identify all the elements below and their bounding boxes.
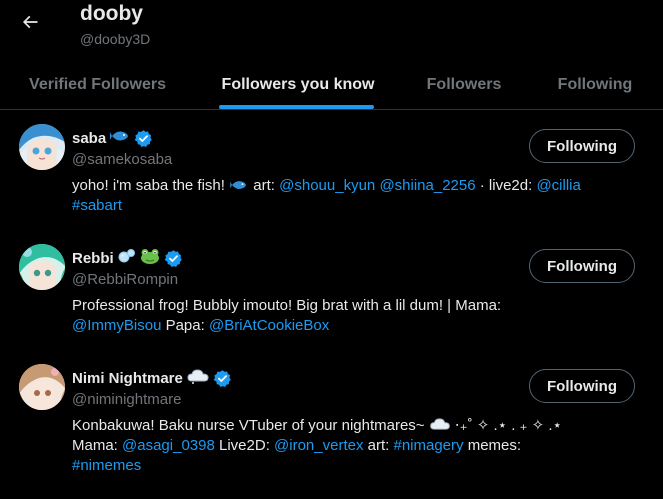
user-bio: Konbakuwa! Baku nurse VTuber of your nig… [72, 416, 652, 476]
bio-hashtag-link[interactable]: #nimemes [72, 457, 141, 474]
bio-mention-link[interactable]: @cillia [536, 177, 580, 194]
avatar[interactable] [19, 124, 65, 170]
bio-text: Konbakuwa! Baku nurse VTuber of your nig… [72, 417, 429, 434]
following-button[interactable]: Following [529, 249, 635, 283]
bio-text: yoho! i'm saba the fish! [72, 177, 230, 194]
user-bio: Professional frog! Bubbly imouto! Big br… [72, 296, 652, 336]
bio-mention-link[interactable]: @BriAtCookieBox [209, 317, 329, 334]
user-handle[interactable]: @RebbiRompin [72, 271, 178, 288]
bio-text: · live2d: [475, 177, 537, 194]
arrow-left-icon [22, 15, 38, 29]
bio-text: Live2D: [214, 437, 275, 454]
display-name[interactable]: Rebbi [72, 250, 114, 267]
user-bio: yoho! i'm saba the fish! art: @shouu_kyu… [72, 176, 652, 216]
bio-mention-link[interactable]: @ImmyBisou [72, 317, 161, 334]
tab-followers[interactable]: Followers [401, 60, 527, 109]
verified-badge-icon [213, 370, 231, 387]
fish-icon [110, 128, 130, 149]
profile-header: dooby @dooby3D [0, 0, 663, 60]
bubbles-icon [118, 248, 136, 269]
user-handle[interactable]: @niminightmare [72, 391, 181, 408]
user-handle[interactable]: @samekosaba [72, 151, 172, 168]
bio-mention-link[interactable]: @asagi_0398 [122, 437, 215, 454]
verified-badge-icon [164, 250, 182, 267]
bio-mention-link[interactable]: @shouu_kyun [279, 177, 375, 194]
bio-text: Professional frog! Bubbly imouto! Big br… [72, 297, 502, 314]
cloud-icon [187, 368, 209, 389]
avatar[interactable] [19, 364, 65, 410]
display-name[interactable]: saba [72, 130, 106, 147]
bio-mention-link[interactable]: @iron_vertex [274, 437, 363, 454]
name-row: Rebbi [72, 248, 183, 269]
user-cell-rebbi[interactable]: Rebbi @RebbiRompin Following Professiona… [0, 232, 663, 352]
tab-following[interactable]: Following [527, 60, 663, 109]
avatar[interactable] [19, 244, 65, 290]
following-button[interactable]: Following [529, 129, 635, 163]
back-button[interactable] [12, 4, 48, 40]
bio-hashtag-link[interactable]: #sabart [72, 197, 122, 214]
frog-icon [140, 248, 160, 269]
fish-icon [229, 177, 249, 194]
tab-bar: Verified Followers Followers you know Fo… [0, 60, 663, 110]
bio-text: art: [363, 437, 394, 454]
page-subtitle-handle: @dooby3D [80, 31, 151, 47]
bio-text: Papa: [161, 317, 209, 334]
user-cell-nimi-nightmare[interactable]: Nimi Nightmare @niminightmare Following … [0, 352, 663, 499]
tab-label: Followers you know [221, 75, 375, 93]
bio-mention-link[interactable]: @shiina_2256 [379, 177, 475, 194]
active-tab-indicator [219, 105, 374, 109]
bio-hashtag-link[interactable]: #nimagery [393, 437, 463, 454]
tab-followers-you-know[interactable]: Followers you know [195, 60, 401, 109]
display-name[interactable]: Nimi Nightmare [72, 370, 183, 387]
bio-text: Mama: [72, 437, 123, 454]
page-title: dooby [80, 2, 143, 25]
bio-sparkles-text: ⋅₊˚ ✧ .⋆ . ₊ ✧ .⋆ [450, 417, 562, 434]
user-cell-saba[interactable]: saba @samekosaba Following yoho! i'm sab… [0, 112, 663, 232]
name-row: Nimi Nightmare [72, 368, 232, 389]
bio-text: memes: [463, 437, 522, 454]
tab-label: Following [557, 75, 633, 93]
verified-badge-icon [134, 130, 153, 147]
name-row: saba [72, 128, 153, 149]
bio-text: art: [249, 177, 280, 194]
tab-label: Followers [426, 75, 502, 93]
following-button[interactable]: Following [529, 369, 635, 403]
tab-verified-followers[interactable]: Verified Followers [0, 60, 195, 109]
cloud-icon [429, 417, 451, 434]
tab-label: Verified Followers [29, 75, 166, 93]
